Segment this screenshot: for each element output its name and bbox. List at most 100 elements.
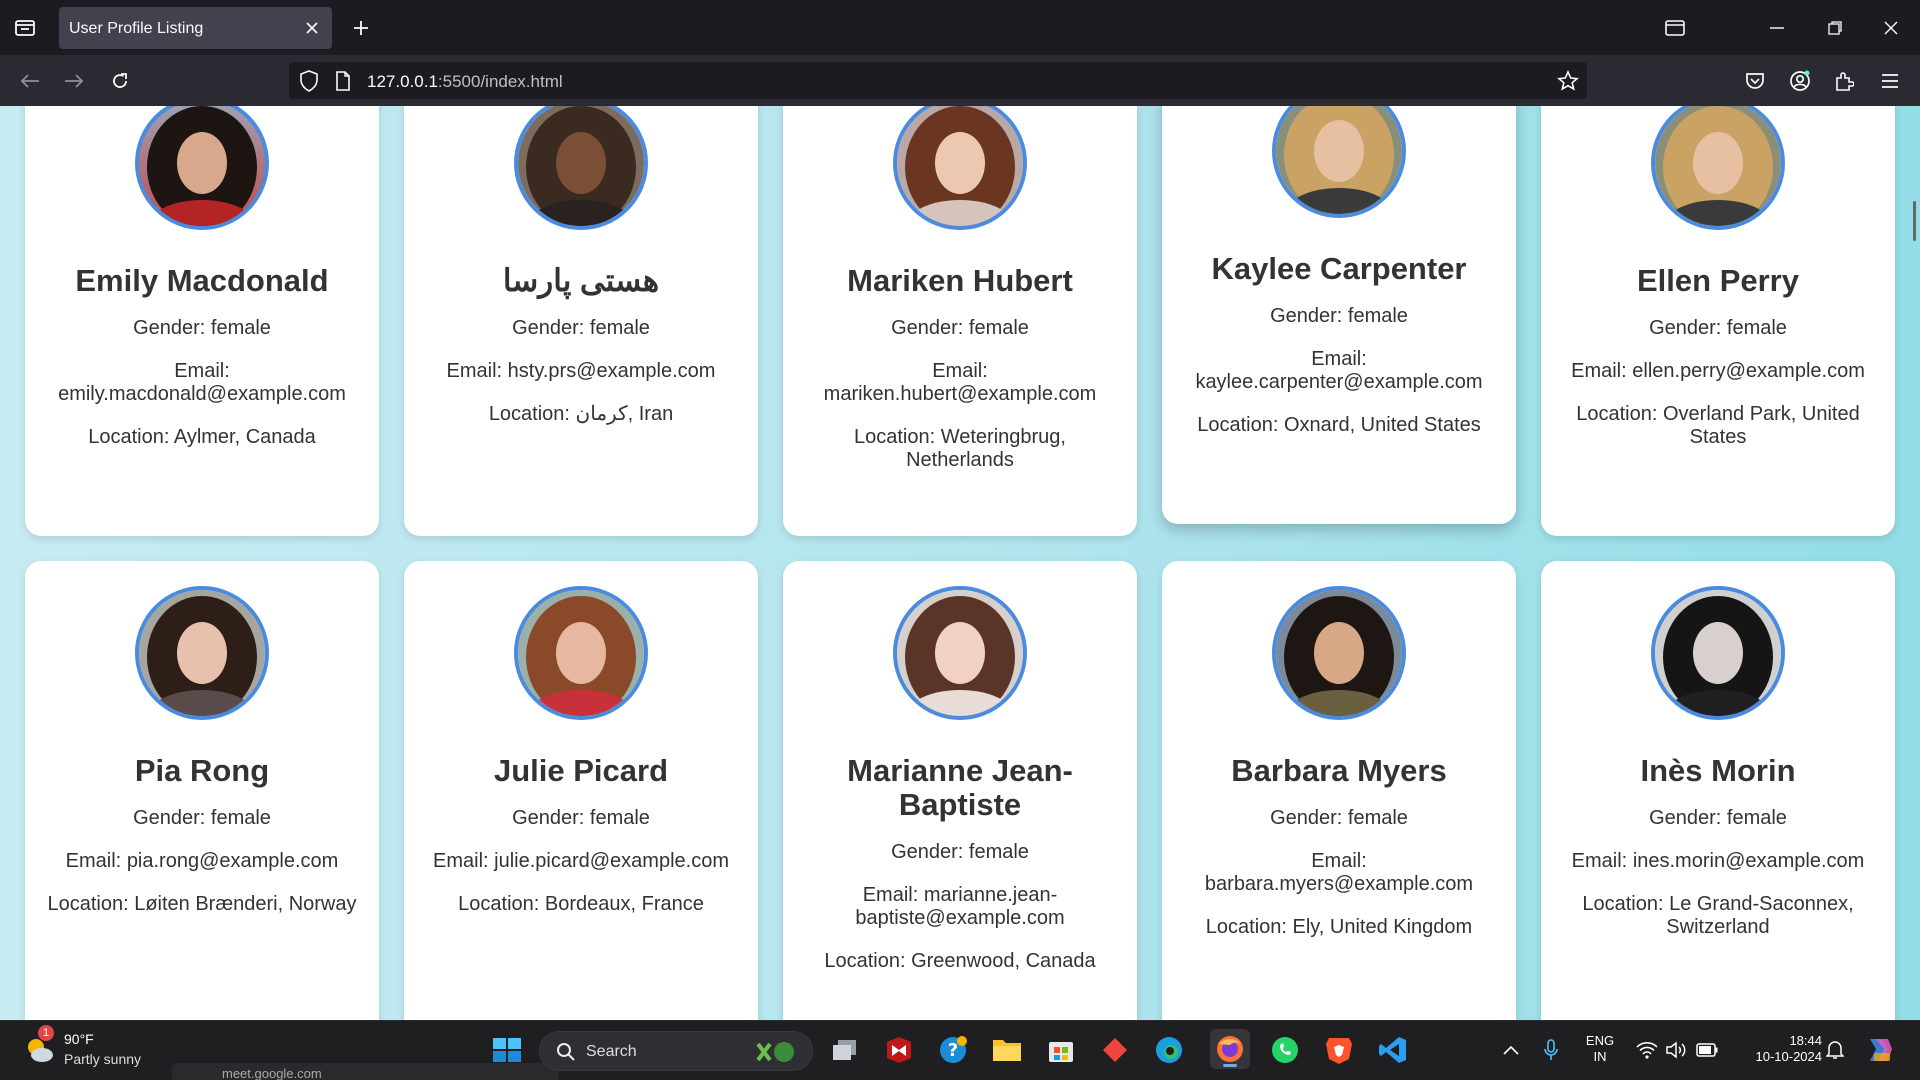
weather-desc: Partly sunny xyxy=(64,1051,142,1067)
notification-bell-icon[interactable] xyxy=(1818,1033,1852,1067)
profile-email: Email: marianne.jean-baptiste@example.co… xyxy=(793,884,1127,930)
vscode-icon[interactable] xyxy=(1376,1033,1410,1067)
profile-gender: Gender: female xyxy=(1649,807,1787,829)
profile-avatar xyxy=(1651,586,1785,720)
profile-name: Kaylee Carpenter xyxy=(1211,251,1467,286)
profile-card: Pia Rong Gender: female Email: pia.rong@… xyxy=(25,561,379,1020)
clock-time: 18:44 xyxy=(1789,1033,1822,1048)
chevron-up-icon[interactable] xyxy=(1494,1033,1528,1067)
profile-gender: Gender: female xyxy=(512,317,650,339)
profile-gender: Gender: female xyxy=(891,317,1029,339)
profile-email-label: Email: xyxy=(65,850,122,872)
profile-name: Inès Morin xyxy=(1640,753,1796,788)
page-viewport[interactable]: Emily Macdonald Gender: female Email: em… xyxy=(0,106,1920,1020)
search-highlight-icon xyxy=(754,1038,798,1071)
profile-card: Ellen Perry Gender: female Email: ellen.… xyxy=(1541,106,1895,536)
back-arrow-icon[interactable] xyxy=(16,67,44,95)
profile-card: Barbara Myers Gender: female Email: barb… xyxy=(1162,561,1516,1020)
whatsapp-icon[interactable] xyxy=(1268,1033,1302,1067)
weather-badge: 1 xyxy=(38,1025,54,1041)
menu-icon[interactable] xyxy=(1876,67,1904,95)
profile-email-label: Email: xyxy=(433,850,489,872)
ms-store-icon[interactable] xyxy=(1044,1033,1078,1067)
meet-hint-text: meet.google.com xyxy=(222,1066,322,1080)
profile-gender: Gender: female xyxy=(133,317,271,339)
windows-start-icon[interactable] xyxy=(490,1033,524,1067)
profile-email: Email: hsty.prs@example.com xyxy=(414,360,748,383)
tab-list-icon[interactable] xyxy=(12,14,38,40)
edge-icon[interactable] xyxy=(1152,1033,1186,1067)
profile-card: Julie Picard Gender: female Email: julie… xyxy=(404,561,758,1020)
profile-email-label: Email: xyxy=(446,360,503,382)
reload-icon[interactable] xyxy=(106,67,134,95)
profile-location: Location: Ely, United Kingdom xyxy=(1205,916,1473,938)
browser-tab-active[interactable]: User Profile Listing xyxy=(59,7,332,49)
profile-card: Marianne Jean-Baptiste Gender: female Em… xyxy=(783,561,1137,1020)
firefox-icon[interactable] xyxy=(1210,1029,1250,1069)
scrollbar-thumb[interactable] xyxy=(1913,201,1916,241)
profile-card: هستی پارسا Gender: female Email: hsty.pr… xyxy=(404,106,758,536)
restore-icon[interactable] xyxy=(1820,14,1850,42)
search-label: Search xyxy=(586,1043,637,1060)
profile-email: emily.macdonald@example.com xyxy=(58,383,346,405)
url-text[interactable]: 127.0.0.1:5500/index.html xyxy=(367,72,563,92)
language-indicator[interactable]: ENG IN xyxy=(1578,1033,1622,1065)
windows-taskbar: 1 90°F Partly sunny meet.google.com Sear… xyxy=(0,1020,1920,1080)
profile-location: Location: Greenwood, Canada xyxy=(824,950,1096,972)
close-window-icon[interactable] xyxy=(1876,14,1906,42)
profile-avatar xyxy=(135,106,269,230)
url-bar[interactable]: 127.0.0.1:5500/index.html xyxy=(289,62,1587,99)
new-tab-plus-icon[interactable] xyxy=(348,15,374,41)
profile-avatar xyxy=(893,586,1027,720)
svg-text:?: ? xyxy=(948,1040,958,1061)
forward-arrow-icon[interactable] xyxy=(60,67,88,95)
profile-gender: Gender: female xyxy=(1270,807,1408,829)
profile-location: Location: Aylmer, Canada xyxy=(88,426,316,448)
profile-location: Location: Bordeaux, France xyxy=(458,893,704,915)
profile-gender: Gender: female xyxy=(512,807,650,829)
shield-icon[interactable] xyxy=(299,70,319,97)
page-icon[interactable] xyxy=(335,71,351,96)
brave-icon[interactable] xyxy=(1322,1033,1356,1067)
wifi-icon[interactable] xyxy=(1630,1033,1664,1067)
pocket-icon[interactable] xyxy=(1741,67,1769,95)
active-indicator xyxy=(1223,1064,1237,1067)
copilot-icon[interactable] xyxy=(1862,1033,1896,1067)
profile-location: Location: Løiten Brænderi, Norway xyxy=(47,893,357,915)
list-all-tabs-icon[interactable] xyxy=(1660,14,1690,42)
language-region: IN xyxy=(1593,1049,1607,1064)
battery-icon[interactable] xyxy=(1690,1033,1724,1067)
profile-location: Location: Overland Park, United States xyxy=(1576,403,1860,448)
profile-gender: Gender: female xyxy=(891,841,1029,863)
profile-gender: Gender: female xyxy=(1270,305,1408,327)
taskbar-search[interactable]: Search xyxy=(539,1031,813,1071)
profile-avatar xyxy=(893,106,1027,230)
profile-name: Julie Picard xyxy=(493,753,669,788)
profile-email: Email: ellen.perry@example.com xyxy=(1551,360,1885,383)
profile-card: Kaylee Carpenter Gender: female Email: k… xyxy=(1162,106,1516,524)
profile-avatar xyxy=(1651,106,1785,230)
tab-close-icon[interactable] xyxy=(302,18,322,38)
language-code: ENG xyxy=(1585,1033,1615,1048)
profile-name: Emily Macdonald xyxy=(75,263,329,298)
profile-name: Ellen Perry xyxy=(1637,263,1799,298)
bookmark-star-icon[interactable] xyxy=(1557,70,1579,97)
profile-gender: Gender: female xyxy=(1649,317,1787,339)
profile-email-label: Email: xyxy=(174,360,230,382)
profile-location: Location: Oxnard, United States xyxy=(1197,414,1481,436)
anydesk-icon[interactable] xyxy=(1098,1033,1132,1067)
task-view-icon[interactable] xyxy=(828,1033,862,1067)
file-explorer-icon[interactable] xyxy=(990,1033,1024,1067)
account-icon[interactable] xyxy=(1786,67,1814,95)
help-icon[interactable]: ? xyxy=(936,1033,970,1067)
url-host: 127.0.0.1 xyxy=(367,72,438,91)
profile-email: barbara.myers@example.com xyxy=(1204,873,1474,895)
extensions-icon[interactable] xyxy=(1830,67,1858,95)
minimize-icon[interactable] xyxy=(1762,14,1792,42)
mcafee-icon[interactable] xyxy=(882,1033,916,1067)
clock[interactable]: 18:44 10-10-2024 xyxy=(1732,1033,1823,1065)
microphone-icon[interactable] xyxy=(1534,1033,1568,1067)
profile-name: Pia Rong xyxy=(134,753,270,788)
volume-icon[interactable] xyxy=(1660,1033,1694,1067)
profile-name: Marianne Jean-Baptiste xyxy=(847,753,1073,822)
